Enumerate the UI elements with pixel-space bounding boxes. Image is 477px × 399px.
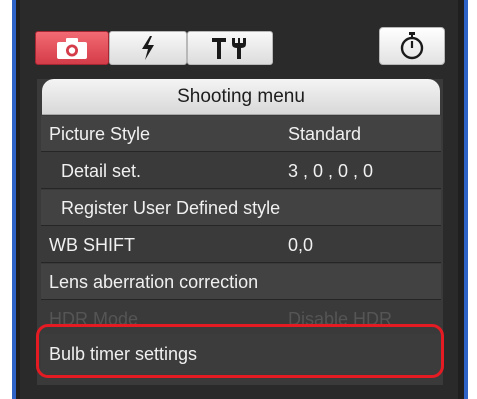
shooting-menu-panel: Shooting menu Picture Style Standard Det…: [37, 79, 443, 385]
menu-item-label: Picture Style: [49, 124, 151, 144]
menu-item-label: Detail set.: [61, 161, 142, 181]
stopwatch-icon: [400, 32, 424, 60]
tab-timer[interactable]: [379, 27, 445, 65]
tools-icon: [212, 38, 246, 59]
tab-settings[interactable]: [187, 31, 273, 65]
menu-item-value: 3 , 0 , 0 , 0: [288, 161, 374, 181]
tab-shooting[interactable]: [35, 31, 109, 65]
camera-icon: [57, 38, 87, 59]
menu-title: Shooting menu: [42, 79, 440, 115]
menu-item-bulb-timer-settings[interactable]: Bulb timer settings: [41, 334, 441, 374]
menu-item-detail-set[interactable]: Detail set. 3 , 0 , 0 , 0: [41, 153, 441, 189]
flash-icon: [142, 36, 154, 60]
menu-item-wb-shift[interactable]: WB SHIFT 0,0: [41, 227, 441, 263]
tab-flash[interactable]: [109, 31, 187, 65]
menu-item-label: Bulb timer settings: [49, 344, 198, 364]
menu-item-value: Disable HDR: [288, 309, 393, 329]
menu-item-label: WB SHIFT: [49, 235, 135, 255]
menu-item-hdr-mode: HDR Mode Disable HDR: [41, 301, 441, 337]
menu-item-lens-aberration-correction[interactable]: Lens aberration correction: [41, 264, 441, 300]
menu-item-label: Lens aberration correction: [49, 272, 259, 292]
menu-item-label: Register User Defined style: [61, 198, 281, 218]
menu-item-register-user-defined-style[interactable]: Register User Defined style: [41, 190, 441, 226]
menu-item-label: HDR Mode: [49, 309, 139, 329]
menu-item-value: Standard: [288, 124, 362, 144]
menu-tab-bar: [27, 23, 447, 71]
menu-item-value: 0,0: [288, 235, 314, 255]
menu-item-picture-style[interactable]: Picture Style Standard: [41, 116, 441, 152]
